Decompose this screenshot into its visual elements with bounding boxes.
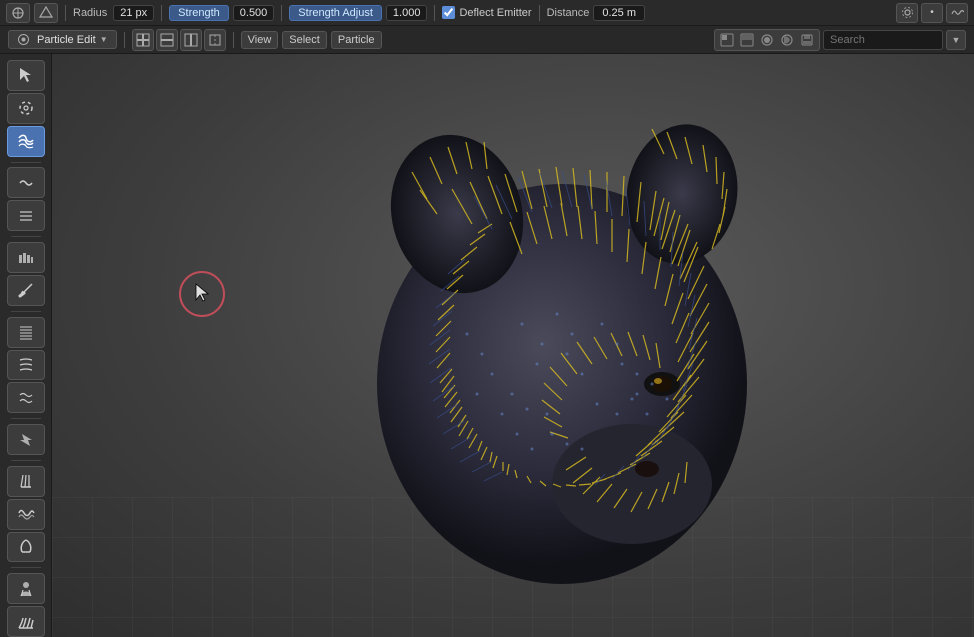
sep-sec2 — [233, 32, 234, 48]
mesh-icon[interactable] — [34, 3, 58, 23]
tool-snap[interactable] — [7, 424, 45, 455]
deflect-emitter-checkbox-label[interactable]: Deflect Emitter — [442, 6, 531, 19]
tool-select[interactable] — [7, 60, 45, 91]
strength-adjust-button[interactable]: Strength Adjust — [289, 5, 382, 21]
distance-value[interactable]: 0.25 m — [593, 5, 645, 21]
tool-smooth[interactable] — [7, 126, 45, 157]
tool-puff[interactable] — [7, 242, 45, 273]
radius-label: Radius — [73, 7, 107, 19]
tool-twist[interactable] — [7, 532, 45, 563]
animal-head-3d — [272, 104, 832, 614]
search-dropdown[interactable]: ▼ — [946, 30, 966, 50]
dot-icon[interactable]: • — [921, 3, 943, 23]
sep3 — [281, 5, 282, 21]
viewport-shade-4[interactable] — [778, 31, 796, 49]
toolbar-right-group: • — [896, 3, 968, 23]
tool-sep-2 — [11, 236, 41, 237]
mode-dropdown-label: Particle Edit — [37, 34, 96, 46]
view-options-group — [132, 29, 226, 51]
viewport-shade-1[interactable] — [718, 31, 736, 49]
tool-comb[interactable] — [7, 93, 45, 124]
deflect-emitter-label: Deflect Emitter — [459, 7, 531, 19]
tool-length[interactable] — [7, 200, 45, 231]
top-toolbar: Radius 21 px Strength 0.500 Strength Adj… — [0, 0, 974, 26]
tool-sep-6 — [11, 567, 41, 568]
view-layout-1[interactable] — [132, 29, 154, 51]
strength-adjust-value[interactable]: 1.000 — [386, 5, 428, 21]
view-layout-4[interactable] — [204, 29, 226, 51]
viewport-shade-2[interactable] — [738, 31, 756, 49]
sep4 — [434, 5, 435, 21]
save-icon[interactable] — [798, 31, 816, 49]
workspace-icon[interactable] — [6, 3, 30, 23]
tool-sep-3 — [11, 311, 41, 312]
main-area — [0, 54, 974, 637]
left-toolbar — [0, 54, 52, 637]
sep5 — [539, 5, 540, 21]
strength-button[interactable]: Strength — [169, 5, 229, 21]
search-input[interactable] — [823, 30, 943, 50]
mode-dropdown[interactable]: Particle Edit ▼ — [8, 30, 117, 49]
tool-person[interactable] — [7, 573, 45, 604]
view-layout-2[interactable] — [156, 29, 178, 51]
settings-icon[interactable] — [896, 3, 918, 23]
tool-sep-5 — [11, 460, 41, 461]
distance-label: Distance — [547, 7, 590, 19]
view-menu[interactable]: View — [241, 31, 279, 49]
tool-add[interactable] — [7, 167, 45, 198]
radius-value[interactable]: 21 px — [113, 5, 154, 21]
tool-sep-1 — [11, 162, 41, 163]
viewport[interactable] — [52, 54, 974, 637]
tool-weight2[interactable] — [7, 350, 45, 381]
sep2 — [161, 5, 162, 21]
select-menu[interactable]: Select — [282, 31, 327, 49]
viewport-shade-3[interactable] — [758, 31, 776, 49]
view-layout-3[interactable] — [180, 29, 202, 51]
tool-cut[interactable] — [7, 275, 45, 306]
tool-lines[interactable] — [7, 606, 45, 637]
sep-sec1 — [124, 32, 125, 48]
tool-comb2[interactable] — [7, 466, 45, 497]
mode-dropdown-arrow: ▼ — [100, 35, 108, 44]
sep1 — [65, 5, 66, 21]
header-icons — [714, 29, 820, 51]
tool-weight3[interactable] — [7, 382, 45, 413]
second-toolbar: Particle Edit ▼ — [0, 26, 974, 54]
wave-icon[interactable] — [946, 3, 968, 23]
deflect-emitter-checkbox[interactable] — [442, 6, 455, 19]
tool-wave[interactable] — [7, 499, 45, 530]
strength-value[interactable]: 0.500 — [233, 5, 275, 21]
particle-menu[interactable]: Particle — [331, 31, 382, 49]
second-toolbar-right: ▼ — [714, 29, 966, 51]
tool-sep-4 — [11, 418, 41, 419]
tool-weight1[interactable] — [7, 317, 45, 348]
